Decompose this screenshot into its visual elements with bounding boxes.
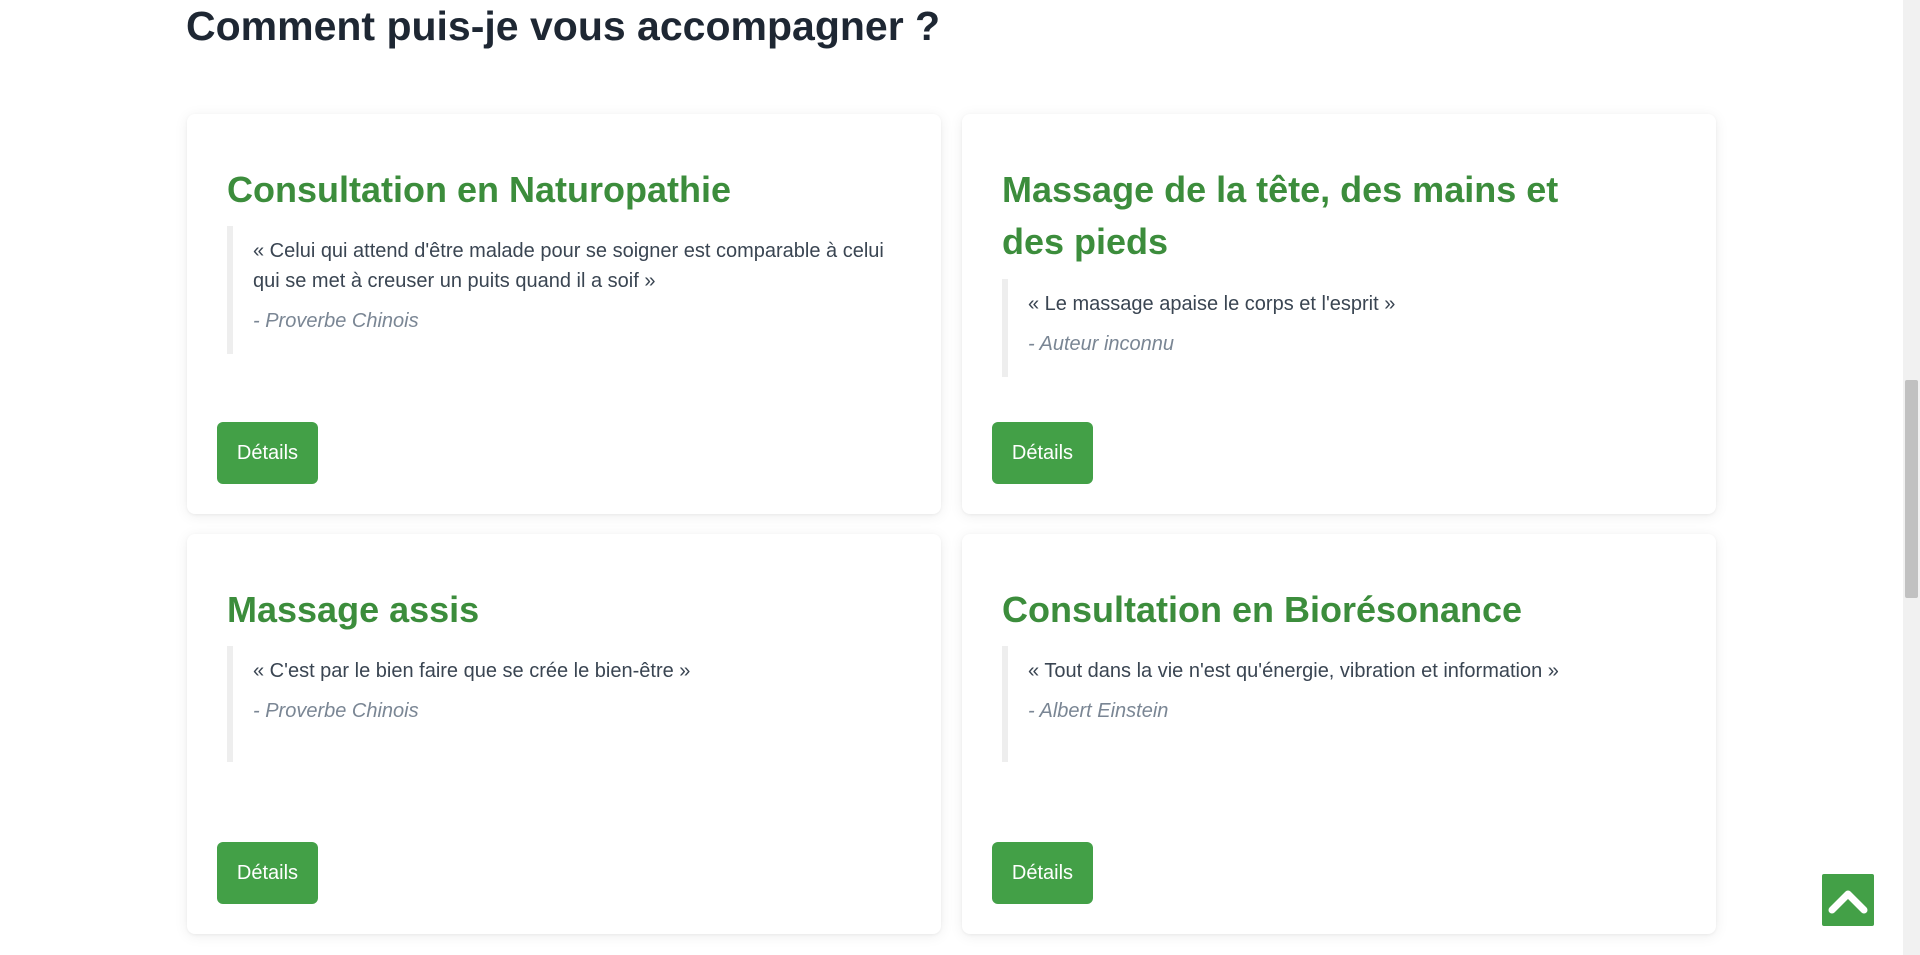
service-card-bioresonance: Consultation en Biorésonance « Tout dans…: [962, 534, 1716, 934]
quote-author: - Auteur inconnu: [1028, 333, 1175, 355]
details-button[interactable]: Détails: [217, 842, 318, 904]
section-title: Comment puis-je vous accompagner ?: [186, 3, 941, 49]
card-title: Massage assis: [227, 589, 480, 630]
details-button[interactable]: Détails: [992, 842, 1093, 904]
card-quote: « Celui qui attend d'être malade pour se…: [227, 226, 887, 354]
quote-author: - Proverbe Chinois: [253, 310, 419, 332]
service-card-massage-tete: Massage de la tête, des mains et des pie…: [962, 114, 1716, 514]
card-title: Massage de la tête, des mains et des pie…: [1002, 169, 1559, 262]
quote-text: « Celui qui attend d'être malade pour se…: [253, 240, 884, 292]
scrollbar-thumb[interactable]: [1905, 380, 1918, 598]
card-quote: « Tout dans la vie n'est qu'énergie, vib…: [1002, 646, 1662, 762]
quote-text: « C'est par le bien faire que se crée le…: [253, 660, 691, 682]
quote-author: - Proverbe Chinois: [253, 700, 419, 722]
details-button[interactable]: Détails: [217, 422, 318, 484]
service-card-massage-assis: Massage assis « C'est par le bien faire …: [187, 534, 941, 934]
chevron-up-icon: [1828, 886, 1868, 914]
scroll-to-top-button[interactable]: [1822, 874, 1874, 926]
quote-text: « Tout dans la vie n'est qu'énergie, vib…: [1028, 660, 1559, 682]
card-quote: « Le massage apaise le corps et l'esprit…: [1002, 279, 1662, 377]
card-title: Consultation en Biorésonance: [1002, 589, 1523, 630]
quote-text: « Le massage apaise le corps et l'esprit…: [1028, 293, 1396, 315]
details-button[interactable]: Détails: [992, 422, 1093, 484]
card-title: Consultation en Naturopathie: [227, 169, 731, 210]
page-scrollbar[interactable]: [1903, 0, 1920, 955]
service-card-naturopathie: Consultation en Naturopathie « Celui qui…: [187, 114, 941, 514]
card-quote: « C'est par le bien faire que se crée le…: [227, 646, 887, 762]
page: Comment puis-je vous accompagner ? Consu…: [0, 0, 1920, 955]
quote-author: - Albert Einstein: [1028, 700, 1169, 722]
